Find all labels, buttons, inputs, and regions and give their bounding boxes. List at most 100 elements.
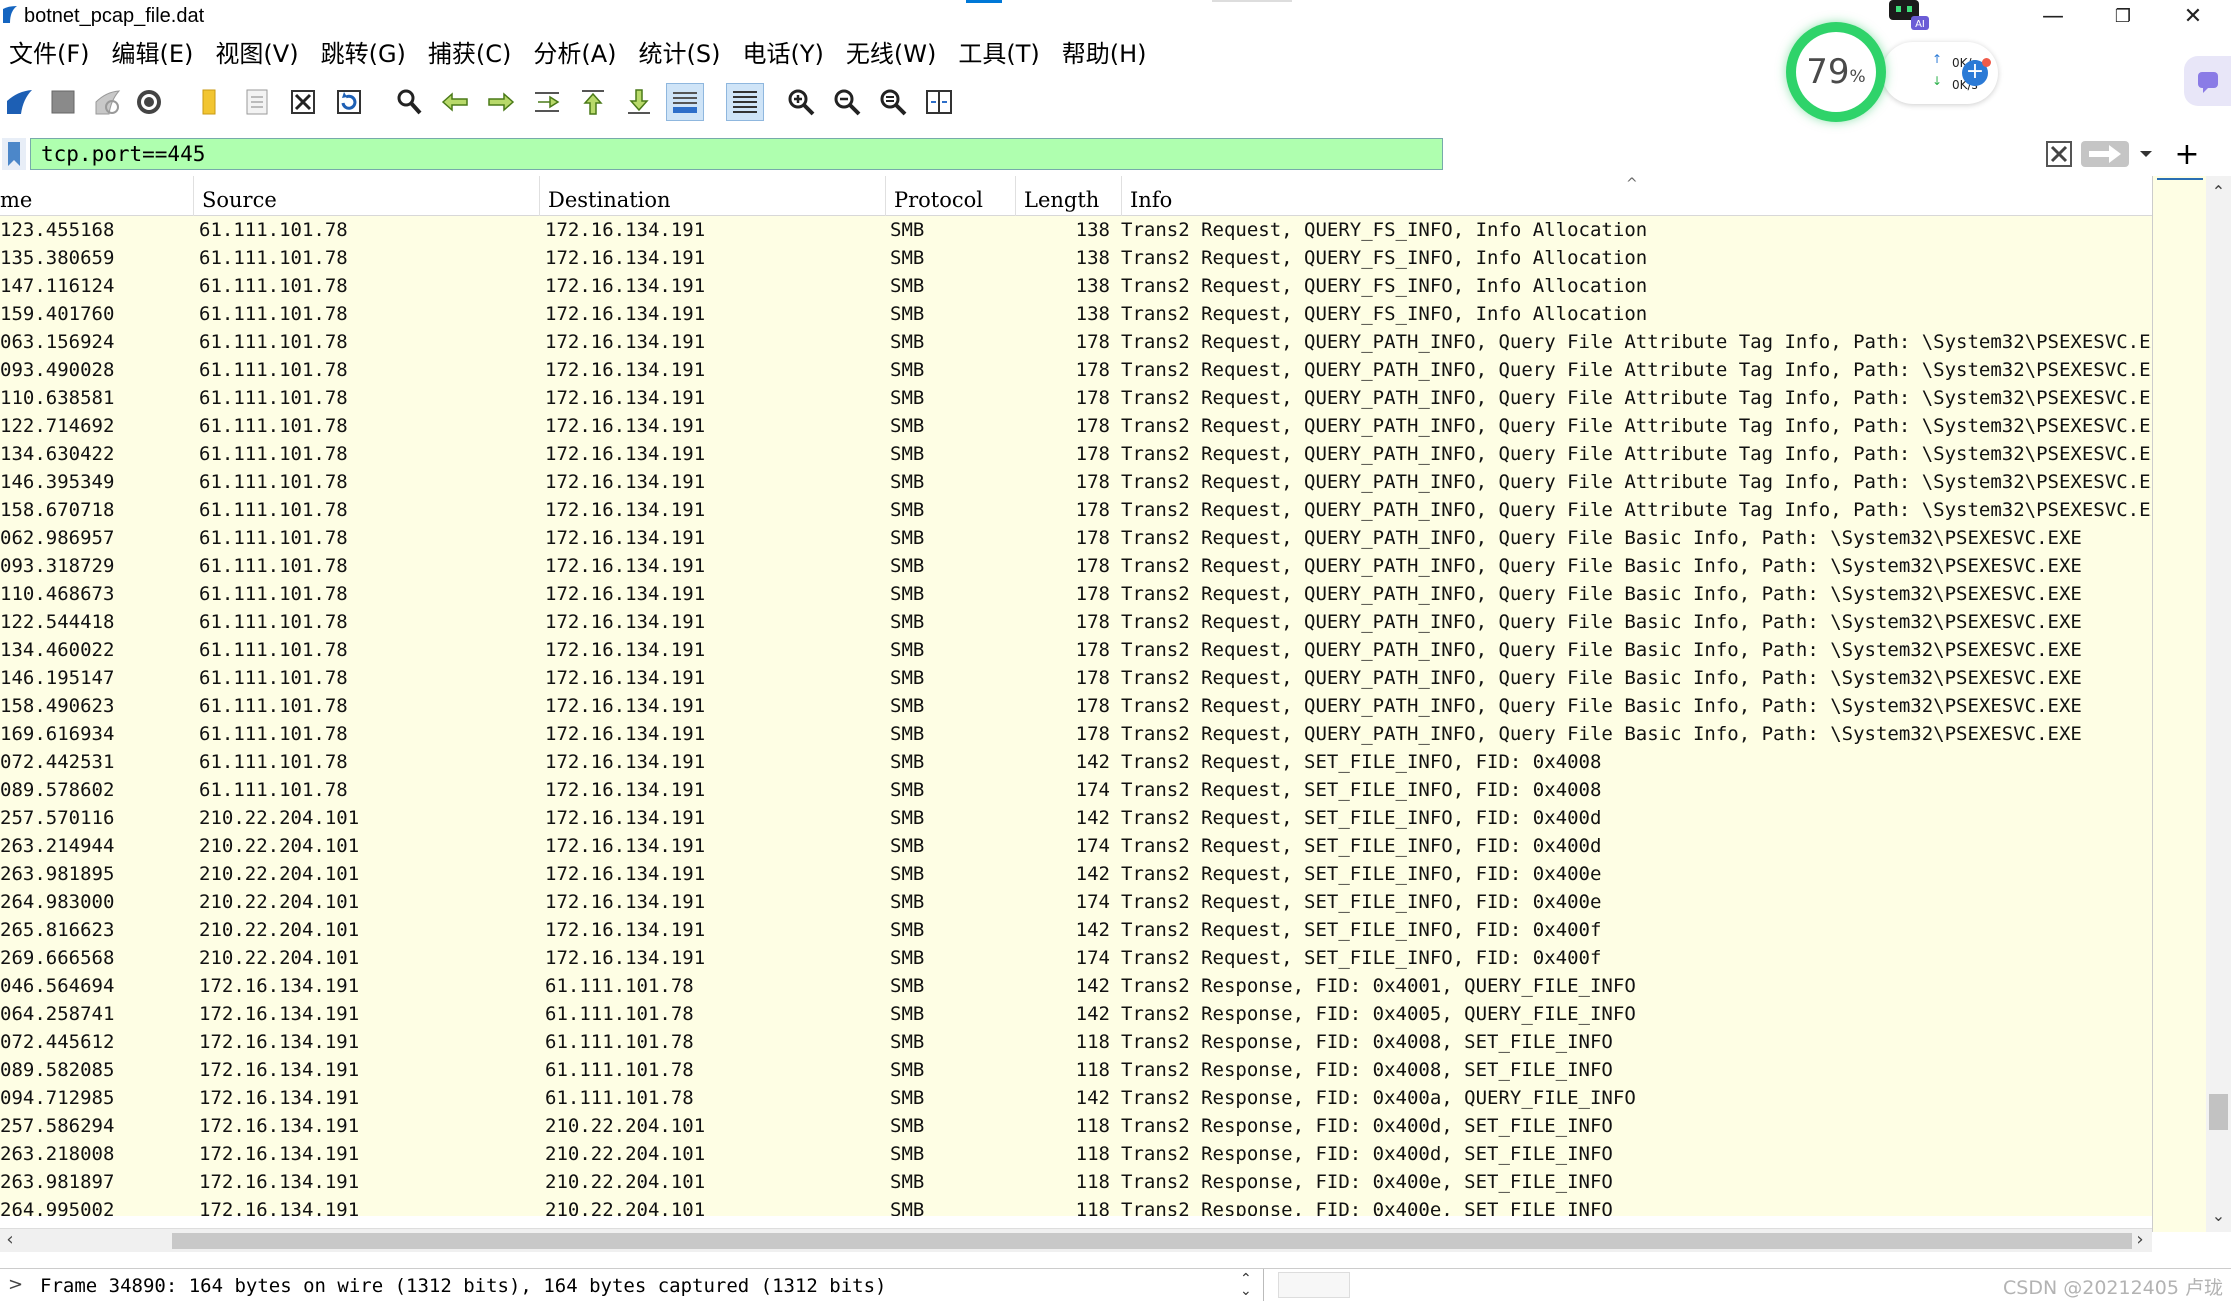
packet-row[interactable]: 110.638581 61.111.101.78 172.16.134.191 SMB… — [0, 384, 2152, 412]
auto-scroll-icon[interactable] — [666, 83, 704, 121]
scroll-left-arrow-icon[interactable]: ‹ — [0, 1229, 20, 1253]
packet-row[interactable]: 089.582085 172.16.134.191 61.111.101.78 SMB… — [0, 1056, 2152, 1084]
menu-analyze[interactable]: 分析(A) — [524, 36, 629, 74]
go-last-icon[interactable] — [620, 83, 658, 121]
minimize-button[interactable]: — — [2018, 0, 2088, 32]
column-header-length[interactable]: Length — [1016, 176, 1122, 216]
column-header-time[interactable]: me — [0, 176, 194, 216]
packet-row[interactable]: 257.586294 172.16.134.191 210.22.204.101 SM… — [0, 1112, 2152, 1140]
packet-row[interactable]: 269.666568 210.22.204.101 172.16.134.191 SM… — [0, 944, 2152, 972]
packet-row[interactable]: 134.630422 61.111.101.78 172.16.134.191 SMB… — [0, 440, 2152, 468]
column-header-protocol[interactable]: Protocol — [886, 176, 1016, 216]
zoom-normal-icon[interactable] — [874, 83, 912, 121]
capture-options-gear-icon[interactable] — [130, 83, 168, 121]
packet-row[interactable]: 263.981895 210.22.204.101 172.16.134.191 SM… — [0, 860, 2152, 888]
expand-arrow-icon[interactable]: > — [8, 1269, 23, 1301]
go-back-icon[interactable] — [436, 83, 474, 121]
packet-row[interactable]: 046.564694 172.16.134.191 61.111.101.78 SMB… — [0, 972, 2152, 1000]
packet-row[interactable]: 072.445612 172.16.134.191 61.111.101.78 SMB… — [0, 1028, 2152, 1056]
packet-row[interactable]: 134.460022 61.111.101.78 172.16.134.191 SMB… — [0, 636, 2152, 664]
apply-filter-arrow-icon[interactable] — [2080, 139, 2130, 169]
horizontal-scroll-thumb[interactable] — [172, 1233, 2132, 1249]
packet-row[interactable]: 123.455168 61.111.101.78 172.16.134.191 SMB… — [0, 216, 2152, 244]
packet-row[interactable]: 072.442531 61.111.101.78 172.16.134.191 SMB… — [0, 748, 2152, 776]
zoom-in-icon[interactable] — [782, 83, 820, 121]
reload-icon[interactable] — [330, 83, 368, 121]
cell-protocol: SMB — [890, 1143, 925, 1165]
go-forward-icon[interactable] — [482, 83, 520, 121]
resize-columns-icon[interactable] — [920, 83, 958, 121]
frame-detail-line[interactable]: > Frame 34890: 164 bytes on wire (1312 b… — [0, 1269, 1264, 1301]
packet-minimap[interactable] — [2152, 176, 2206, 1232]
packet-row[interactable]: 093.318729 61.111.101.78 172.16.134.191 SMB… — [0, 552, 2152, 580]
packet-row[interactable]: 265.816623 210.22.204.101 172.16.134.191 SM… — [0, 916, 2152, 944]
side-assistant-tab[interactable] — [2184, 56, 2231, 106]
packet-row[interactable]: 158.670718 61.111.101.78 172.16.134.191 SMB… — [0, 496, 2152, 524]
menu-file[interactable]: 文件(F) — [0, 36, 103, 74]
colorize-icon[interactable] — [726, 83, 764, 121]
open-folder-icon[interactable] — [190, 83, 228, 121]
horizontal-scrollbar[interactable]: ‹ › — [0, 1228, 2152, 1252]
filter-bookmark-icon[interactable] — [2, 138, 26, 170]
vertical-scroll-thumb[interactable] — [2209, 1094, 2228, 1130]
packet-row[interactable]: 062.986957 61.111.101.78 172.16.134.191 SMB… — [0, 524, 2152, 552]
packet-row[interactable]: 263.214944 210.22.204.101 172.16.134.191 SM… — [0, 832, 2152, 860]
packet-row[interactable]: 122.544418 61.111.101.78 172.16.134.191 SMB… — [0, 608, 2152, 636]
packet-row[interactable]: 263.981897 172.16.134.191 210.22.204.101 SM… — [0, 1168, 2152, 1196]
stop-square-icon[interactable] — [44, 83, 82, 121]
packet-row[interactable]: 064.258741 172.16.134.191 61.111.101.78 SMB… — [0, 1000, 2152, 1028]
packet-row[interactable]: 146.195147 61.111.101.78 172.16.134.191 SMB… — [0, 664, 2152, 692]
packet-row[interactable]: 135.380659 61.111.101.78 172.16.134.191 SMB… — [0, 244, 2152, 272]
close-window-button[interactable]: ✕ — [2158, 0, 2228, 32]
menu-view[interactable]: 视图(V) — [206, 36, 311, 74]
menu-edit[interactable]: 编辑(E) — [103, 36, 207, 74]
packet-row[interactable]: 147.116124 61.111.101.78 172.16.134.191 SMB… — [0, 272, 2152, 300]
vertical-scrollbar[interactable]: ⌃ ⌄ — [2206, 176, 2231, 1232]
menu-wireless[interactable]: 无线(W) — [837, 36, 949, 74]
packet-row[interactable]: 263.218008 172.16.134.191 210.22.204.101 SM… — [0, 1140, 2152, 1168]
restore-button[interactable]: ❐ — [2088, 0, 2158, 32]
packet-row[interactable]: 094.712985 172.16.134.191 61.111.101.78 SMB… — [0, 1084, 2152, 1112]
scroll-down-arrow-icon[interactable]: ⌄ — [2206, 1206, 2231, 1228]
packet-row[interactable]: 089.578602 61.111.101.78 172.16.134.191 SMB… — [0, 776, 2152, 804]
cell-source: 210.22.204.101 — [199, 807, 360, 829]
go-to-packet-icon[interactable] — [528, 83, 566, 121]
menu-go[interactable]: 跳转(G) — [312, 36, 419, 74]
packet-row[interactable]: 159.401760 61.111.101.78 172.16.134.191 SMB… — [0, 300, 2152, 328]
menu-tools[interactable]: 工具(T) — [949, 36, 1052, 74]
display-filter-input[interactable]: tcp.port==445 — [30, 138, 1443, 170]
add-filter-button-icon[interactable]: + — [2172, 137, 2202, 172]
network-speed-widget[interactable]: ↑ 0K/s ↓ 0K/s + 79% — [1786, 22, 2006, 124]
shark-fin-start-icon[interactable] — [0, 83, 38, 121]
assistant-chat-icon — [2197, 72, 2218, 93]
bytes-pane-stub[interactable] — [1278, 1272, 1350, 1298]
save-file-icon[interactable] — [238, 83, 276, 121]
find-packet-icon[interactable] — [390, 83, 428, 121]
packet-row[interactable]: 110.468673 61.111.101.78 172.16.134.191 SMB… — [0, 580, 2152, 608]
packet-row[interactable]: 093.490028 61.111.101.78 172.16.134.191 SMB… — [0, 356, 2152, 384]
menu-capture[interactable]: 捕获(C) — [419, 36, 524, 74]
menu-help[interactable]: 帮助(H) — [1053, 36, 1160, 74]
packet-row[interactable]: 122.714692 61.111.101.78 172.16.134.191 SMB… — [0, 412, 2152, 440]
filter-history-dropdown-icon[interactable] — [2136, 139, 2156, 169]
packet-row[interactable]: 063.156924 61.111.101.78 172.16.134.191 SMB… — [0, 328, 2152, 356]
packet-row[interactable]: 146.395349 61.111.101.78 172.16.134.191 SMB… — [0, 468, 2152, 496]
zoom-out-icon[interactable] — [828, 83, 866, 121]
packet-row[interactable]: 264.983000 210.22.204.101 172.16.134.191 SM… — [0, 888, 2152, 916]
menu-statistics[interactable]: 统计(S) — [630, 36, 734, 74]
column-header-destination[interactable]: Destination — [540, 176, 886, 216]
restart-fin-icon[interactable] — [88, 83, 126, 121]
packet-row[interactable]: 169.616934 61.111.101.78 172.16.134.191 SMB… — [0, 720, 2152, 748]
packet-row[interactable]: 158.490623 61.111.101.78 172.16.134.191 SMB… — [0, 692, 2152, 720]
clear-filter-icon[interactable] — [2044, 139, 2074, 169]
packet-row[interactable]: 264.995002 172.16.134.191 210.22.204.101 SM… — [0, 1196, 2152, 1216]
scroll-up-arrow-icon[interactable]: ⌃ — [2206, 182, 2231, 204]
menu-telephony[interactable]: 电话(Y) — [734, 36, 837, 74]
go-first-icon[interactable] — [574, 83, 612, 121]
close-file-icon[interactable] — [284, 83, 322, 121]
column-header-source[interactable]: Source — [194, 176, 540, 216]
cell-length: 178 — [1075, 415, 1110, 437]
scroll-right-arrow-icon[interactable]: › — [2130, 1229, 2150, 1253]
detail-spin-icon[interactable]: ⌃ ⌄ — [1240, 1272, 1252, 1298]
packet-row[interactable]: 257.570116 210.22.204.101 172.16.134.191 SM… — [0, 804, 2152, 832]
